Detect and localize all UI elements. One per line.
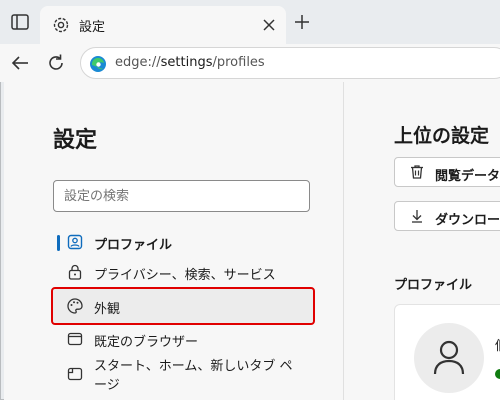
sync-status-icon xyxy=(495,369,500,379)
sidebar-item-profiles[interactable]: プロファイル xyxy=(53,228,313,256)
active-indicator xyxy=(57,235,60,251)
tab-title: 設定 xyxy=(79,20,106,35)
home-tab-icon xyxy=(67,367,83,381)
tab-actions-icon[interactable] xyxy=(9,11,31,33)
settings-page: 設定 プロファイル プライバシー、検索、サービス xyxy=(4,82,500,400)
reload-icon[interactable] xyxy=(44,51,68,75)
sidebar-item-label: プライバシー、検索、サービス xyxy=(94,268,276,283)
downloads-button[interactable]: ダウンロー xyxy=(394,201,500,231)
profile-card[interactable]: 個 xyxy=(394,304,500,400)
tab-settings[interactable]: 設定 xyxy=(40,6,286,44)
highlight-box xyxy=(51,287,315,325)
sidebar-item-privacy[interactable]: プライバシー、検索、サービス xyxy=(53,258,313,286)
address-bar[interactable]: edge://settings/profiles xyxy=(80,47,500,79)
sidebar-item-start-home[interactable]: スタート、ホーム、新しいタブ ペ ージ xyxy=(53,352,313,396)
settings-main: 上位の設定 閲覧データ ダウンロー プロファイル xyxy=(344,82,500,400)
button-label: 閲覧データ xyxy=(435,169,500,184)
avatar xyxy=(414,323,484,393)
sidebar-item-default-browser[interactable]: 既定のブラウザー xyxy=(53,325,313,353)
edge-logo-icon xyxy=(90,56,106,72)
sidebar-item-label-line2: ージ xyxy=(94,378,120,393)
section-title: 上位の設定 xyxy=(394,125,490,147)
trash-icon xyxy=(411,165,423,179)
settings-sidebar: 設定 プロファイル プライバシー、検索、サービス xyxy=(4,82,343,400)
page-title: 設定 xyxy=(53,128,98,153)
browser-window-icon xyxy=(67,332,83,346)
gear-icon xyxy=(53,17,69,33)
download-icon xyxy=(412,210,422,223)
new-tab-icon[interactable] xyxy=(292,12,312,32)
person-icon xyxy=(433,340,465,375)
toolbar: edge://settings/profiles xyxy=(0,44,500,82)
button-label: ダウンロー xyxy=(435,213,500,228)
url-text: edge://settings/profiles xyxy=(115,55,265,70)
sidebar-item-label: 既定のブラウザー xyxy=(94,335,199,350)
profiles-heading: プロファイル xyxy=(394,278,473,293)
close-icon[interactable] xyxy=(260,16,278,34)
search-input[interactable] xyxy=(53,180,310,212)
tab-strip: 設定 xyxy=(0,0,500,44)
profile-icon xyxy=(67,234,83,250)
sidebar-item-label: プロファイル xyxy=(94,238,173,253)
clear-browsing-data-button[interactable]: 閲覧データ xyxy=(394,157,500,187)
sidebar-item-label-line1: スタート、ホーム、新しいタブ ペ xyxy=(94,359,293,374)
profile-name: 個 xyxy=(495,335,500,354)
lock-icon xyxy=(68,264,82,280)
back-arrow-icon[interactable] xyxy=(8,51,32,75)
